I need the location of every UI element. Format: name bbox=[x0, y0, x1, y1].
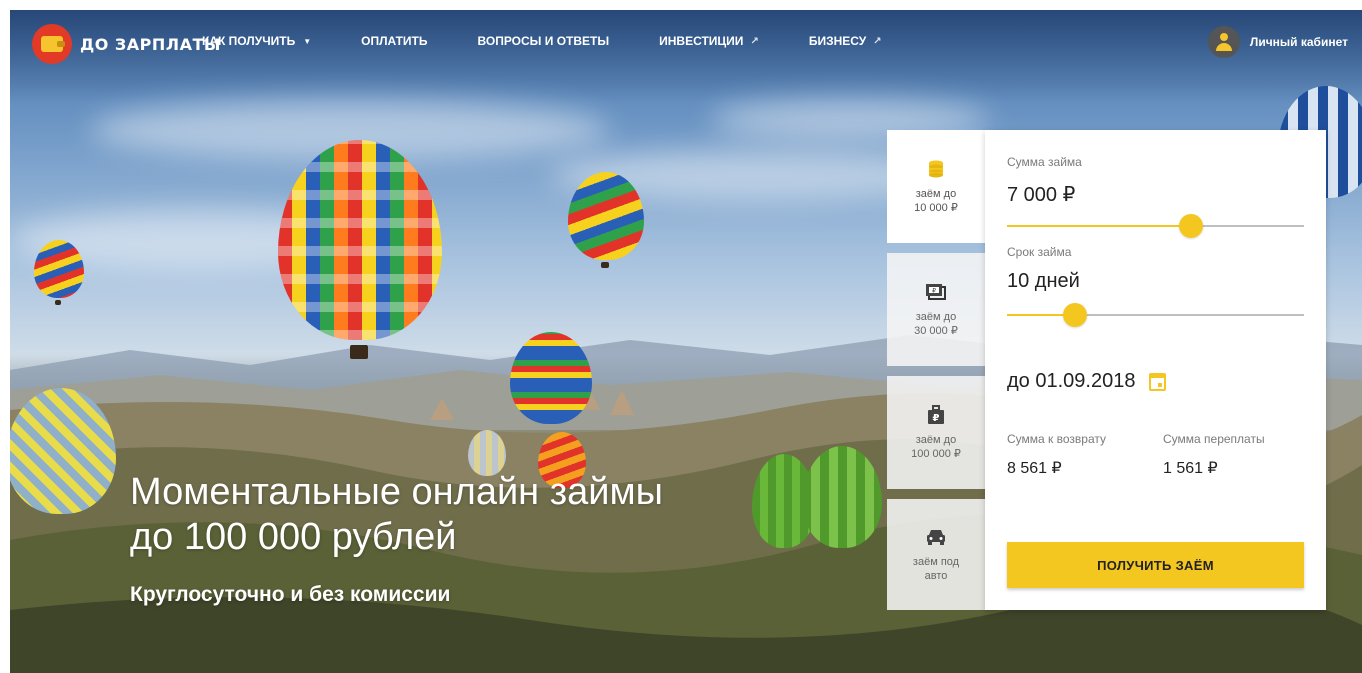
menu-item-pay[interactable]: ОПЛАТИТЬ bbox=[361, 34, 427, 48]
account-label: Личный кабинет bbox=[1249, 35, 1348, 49]
main-menu: КАК ПОЛУЧИТЬ ▼ ОПЛАТИТЬ ВОПРОСЫ И ОТВЕТЫ… bbox=[202, 34, 932, 48]
menu-item-how-to-get[interactable]: КАК ПОЛУЧИТЬ ▼ bbox=[202, 34, 311, 48]
menu-item-label: БИЗНЕСУ bbox=[808, 34, 867, 48]
tab-loan-30000[interactable]: ₽ заём до 30 000 ₽ bbox=[887, 253, 985, 366]
wallet-icon bbox=[32, 24, 72, 64]
slider-thumb[interactable] bbox=[1179, 214, 1204, 238]
menu-item-label: ОПЛАТИТЬ bbox=[361, 34, 428, 48]
menu-item-business[interactable]: БИЗНЕСУ ↗ bbox=[809, 34, 882, 48]
menu-item-label: ВОПРОСЫ И ОТВЕТЫ bbox=[477, 34, 610, 48]
headline-line: до 100 000 рублей bbox=[130, 516, 457, 558]
due-date-row[interactable]: до 01.09.2018 bbox=[1007, 370, 1167, 393]
amount-value: 7 000 ₽ bbox=[1007, 184, 1076, 206]
brand-name: ДО ЗАРПЛАТЫ bbox=[80, 34, 221, 54]
overpay-label: Сумма переплаты bbox=[1163, 432, 1265, 446]
term-slider[interactable] bbox=[1007, 303, 1304, 327]
get-loan-button[interactable]: ПОЛУЧИТЬ ЗАЁМ bbox=[1007, 542, 1304, 588]
amount-label: Сумма займа bbox=[1007, 155, 1082, 169]
amount-slider[interactable] bbox=[1007, 214, 1304, 238]
slider-fill bbox=[1007, 225, 1192, 227]
car-icon bbox=[925, 527, 947, 547]
repay-label: Сумма к возврату bbox=[1007, 432, 1106, 446]
headline-line: Моментальные онлайн займы bbox=[130, 471, 663, 513]
tab-label: заём до 30 000 ₽ bbox=[914, 310, 958, 337]
due-date: до 01.09.2018 bbox=[1007, 370, 1136, 392]
user-avatar-icon bbox=[1207, 26, 1240, 58]
tab-loan-100000[interactable]: ₽ заём до 100 000 ₽ bbox=[887, 376, 985, 489]
coins-icon bbox=[926, 159, 946, 179]
menu-item-label: КАК ПОЛУЧИТЬ bbox=[202, 34, 296, 48]
overpay-value: 1 561 ₽ bbox=[1163, 460, 1218, 477]
external-link-icon: ↗ bbox=[873, 35, 882, 47]
tab-label: заём до 10 000 ₽ bbox=[914, 187, 958, 214]
menu-item-label: ИНВЕСТИЦИИ bbox=[659, 34, 744, 48]
caret-down-icon: ▼ bbox=[303, 36, 312, 46]
term-value: 10 дней bbox=[1007, 270, 1080, 292]
tab-label: заём до 100 000 ₽ bbox=[911, 433, 961, 460]
tab-label: заём под авто bbox=[912, 555, 960, 582]
briefcase-ruble-icon: ₽ bbox=[927, 404, 945, 425]
menu-item-faq[interactable]: ВОПРОСЫ И ОТВЕТЫ bbox=[478, 34, 610, 48]
repay-value: 8 561 ₽ bbox=[1007, 460, 1062, 477]
banknotes-icon: ₽ bbox=[925, 282, 947, 302]
tab-loan-auto[interactable]: заём под авто bbox=[887, 499, 985, 610]
account-link[interactable]: Личный кабинет bbox=[1207, 26, 1348, 58]
brand-logo[interactable]: ДО ЗАРПЛАТЫ bbox=[32, 24, 221, 64]
calendar-icon[interactable] bbox=[1149, 372, 1167, 391]
slider-thumb[interactable] bbox=[1063, 303, 1088, 327]
loan-calculator: Сумма займа 7 000 ₽ Срок займа 10 дней д… bbox=[985, 130, 1326, 610]
svg-text:₽: ₽ bbox=[932, 288, 936, 294]
tab-loan-10000[interactable]: заём до 10 000 ₽ bbox=[887, 130, 985, 243]
menu-item-investments[interactable]: ИНВЕСТИЦИИ ↗ bbox=[659, 34, 759, 48]
svg-text:₽: ₽ bbox=[933, 413, 940, 424]
hero-subheadline: Круглосуточно и без комиссии bbox=[130, 583, 451, 606]
term-label: Срок займа bbox=[1007, 245, 1072, 259]
external-link-icon: ↗ bbox=[750, 35, 759, 47]
hero-headline: Моментальные онлайн займы до 100 000 руб… bbox=[130, 470, 663, 560]
